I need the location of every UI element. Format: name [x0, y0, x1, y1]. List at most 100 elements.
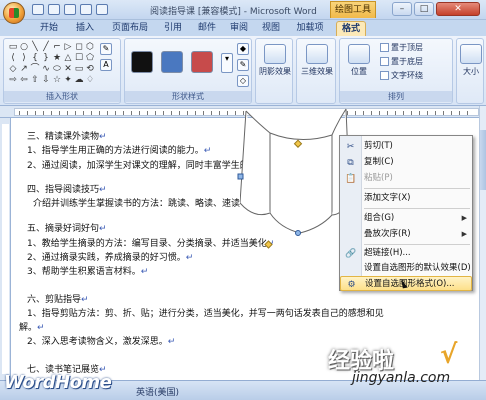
menu-item-paste[interactable]: 📋 粘贴(P) — [340, 171, 472, 186]
tab-add-ins[interactable]: 加载项 — [292, 21, 328, 36]
tab-review[interactable]: 审阅 — [226, 21, 252, 36]
tab-home[interactable]: 开始 — [36, 21, 62, 36]
doc-line: 解。↵ — [19, 323, 45, 333]
shape-gallery-item[interactable]: ★ — [52, 53, 62, 63]
text-wrapping-button[interactable]: 文字环绕 — [380, 69, 423, 82]
tab-format[interactable]: 格式 — [336, 21, 366, 36]
shape-gallery-item[interactable]: ✕ — [63, 64, 73, 74]
bring-to-front-button[interactable]: 置于顶层 — [380, 41, 423, 54]
save-icon[interactable] — [32, 4, 44, 15]
tab-insert[interactable]: 插入 — [72, 21, 98, 36]
shape-gallery-item[interactable]: ⟨ — [8, 53, 18, 63]
shape-gallery-item[interactable]: ▭ — [8, 42, 18, 52]
send-to-back-button[interactable]: 置于底层 — [380, 55, 423, 68]
shape-gallery-item[interactable]: ⇩ — [41, 75, 51, 85]
shape-gallery-item[interactable]: ⬠ — [85, 53, 95, 63]
style-swatch-blue[interactable] — [161, 51, 183, 73]
style-swatch-red[interactable] — [191, 51, 213, 73]
shape-gallery-item[interactable]: △ — [63, 53, 73, 63]
edit-shape-icon[interactable]: ✎ — [100, 43, 112, 55]
position-button[interactable]: 位置 — [342, 42, 376, 88]
ruler-tick — [171, 111, 172, 115]
shapes-gallery[interactable]: ▭ ○ ╲ ╱ ⌐ ▷ ◻ ⬡ ⟨ ⟩{} ★ △ ☐ ⬠ ◇ ↗ ⌒ ∿ ⬭ ✕ ▭ ⟲ ⇨ ⇦ ⇧ ⇩ ☆ ✦ ☁ ♢ — [8, 42, 95, 85]
menu-item-copy[interactable]: ⧉ 复制(C) — [340, 155, 472, 170]
shape-gallery-item[interactable]: ⟲ — [85, 64, 95, 74]
shape-gallery-item[interactable]: ▷ — [63, 42, 73, 52]
menu-item-order[interactable]: 叠放次序(R) ▶ — [340, 227, 472, 242]
ruler-tick — [115, 111, 116, 115]
menu-item-add-text[interactable]: 添加文字(X) — [340, 191, 472, 206]
shape-gallery-item[interactable]: ♢ — [85, 75, 95, 85]
shape-gallery-item[interactable]: ⌒ — [30, 64, 40, 74]
shape-gallery-item[interactable]: ⟩ — [19, 53, 29, 63]
shape-gallery-item[interactable]: ↗ — [19, 64, 29, 74]
shape-gallery-item[interactable]: ◻ — [74, 42, 84, 52]
redo-icon[interactable] — [64, 4, 76, 15]
shadow-icon — [264, 44, 286, 64]
vertical-scrollbar[interactable] — [479, 106, 486, 380]
shape-gallery-item[interactable]: ⇨ — [8, 75, 18, 85]
size-button[interactable]: 大小 — [454, 42, 486, 88]
ruler-tick — [107, 111, 108, 115]
shape-gallery-item[interactable]: ⬡ — [85, 42, 95, 52]
shape-gallery-item[interactable]: ⌐ — [52, 42, 62, 52]
menu-item-set-default[interactable]: 设置自选图形的默认效果(D) — [340, 261, 472, 276]
menu-item-group[interactable]: 组合(G) ▶ — [340, 211, 472, 226]
copy-icon: ⧉ — [347, 158, 354, 168]
shape-gallery-item[interactable]: ╱ — [41, 42, 51, 52]
shape-gallery-item[interactable]: ☐ — [74, 53, 84, 63]
office-button[interactable] — [3, 2, 25, 24]
tab-mailings[interactable]: 邮件 — [194, 21, 220, 36]
resize-handle[interactable] — [236, 172, 246, 182]
shape-gallery-item[interactable]: ☁ — [74, 75, 84, 85]
minimize-button[interactable]: – — [392, 2, 412, 16]
office-logo-icon — [9, 8, 19, 18]
ribbon-tabs: 开始 插入 页面布局 引用 邮件 审阅 视图 加载项 格式 — [0, 20, 486, 36]
ruler-tick — [363, 111, 364, 115]
shape-gallery-item[interactable]: ⇦ — [19, 75, 29, 85]
language-indicator[interactable]: 英语(美国) — [136, 385, 179, 398]
tab-view[interactable]: 视图 — [258, 21, 284, 36]
menu-item-hyperlink[interactable]: 🔗 超链接(H)... — [340, 246, 472, 261]
shape-gallery-item[interactable]: ○ — [19, 42, 29, 52]
style-swatch-black[interactable] — [131, 51, 153, 73]
vertical-ruler[interactable] — [0, 118, 11, 380]
shape-gallery-item[interactable]: ◇ — [8, 64, 18, 74]
more-styles-icon[interactable]: ▾ — [221, 53, 233, 73]
undo-icon[interactable] — [48, 4, 60, 15]
ruler-tick — [59, 111, 60, 115]
menu-item-cut[interactable]: ✂ 剪切(T) — [340, 139, 472, 154]
shape-gallery-item[interactable]: { — [30, 53, 40, 63]
selected-autoshape[interactable] — [240, 103, 350, 243]
change-shape-icon[interactable]: ◇ — [237, 75, 249, 87]
ruler-tick — [19, 111, 20, 115]
open-icon[interactable] — [96, 4, 108, 15]
3d-effects-button[interactable]: 三维效果 — [300, 42, 334, 88]
new-doc-icon[interactable] — [80, 4, 92, 15]
ruler-tick — [43, 111, 44, 115]
shape-fill-icon[interactable]: ◆ — [237, 43, 249, 55]
shape-gallery-item[interactable]: ▭ — [74, 64, 84, 74]
adjust-handle[interactable] — [263, 239, 275, 251]
shape-gallery-item[interactable]: ✦ — [63, 75, 73, 85]
shape-gallery-item[interactable]: ∿ — [41, 64, 51, 74]
shape-gallery-item[interactable]: } — [41, 53, 51, 63]
shape-gallery-item[interactable]: ╲ — [30, 42, 40, 52]
maximize-button[interactable]: □ — [414, 2, 434, 16]
shape-gallery-item[interactable]: ⬭ — [52, 64, 62, 74]
ruler-tick — [379, 111, 380, 115]
close-button[interactable]: ✕ — [436, 2, 480, 16]
tab-page-layout[interactable]: 页面布局 — [106, 21, 154, 36]
shape-gallery-item[interactable]: ☆ — [52, 75, 62, 85]
text-box-icon[interactable]: A — [100, 59, 112, 71]
ruler-tick — [203, 111, 204, 115]
tab-references[interactable]: 引用 — [160, 21, 186, 36]
scrollbar-thumb[interactable] — [480, 130, 486, 190]
ruler-tick — [371, 111, 372, 115]
ruler-tick — [99, 111, 100, 115]
shadow-effects-button[interactable]: 阴影效果 — [258, 42, 292, 88]
ruler-tick — [155, 111, 156, 115]
shape-outline-icon[interactable]: ✎ — [237, 59, 249, 71]
shape-gallery-item[interactable]: ⇧ — [30, 75, 40, 85]
check-watermark: √ — [440, 340, 458, 370]
